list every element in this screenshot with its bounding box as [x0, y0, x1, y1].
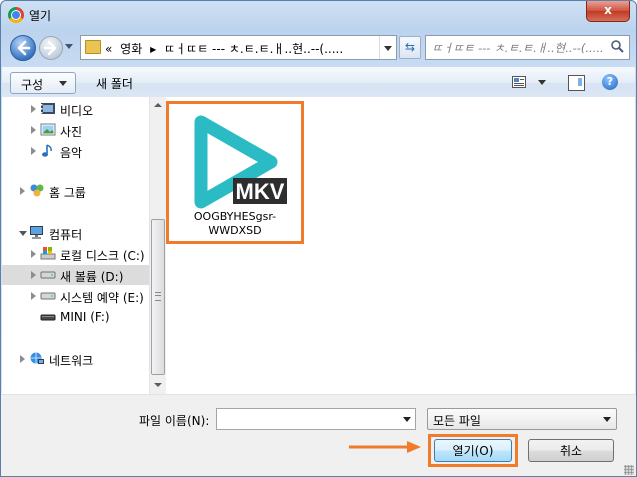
recent-locations-dropdown[interactable]	[65, 44, 73, 49]
breadcrumb: « 영화 ▶ ㄸㅓㄸㅌ --- ㅊ.ㅌ.ㅌ.ㅐ..현..--(.....	[105, 40, 347, 57]
navigation-pane: 비디오 사진 음악 홈 그룹 컴퓨터 로컬 디스크 (C:) 새 볼륨 (D:)…	[2, 97, 149, 394]
breadcrumb-overflow[interactable]: «	[105, 42, 112, 56]
grip-icon	[155, 292, 161, 301]
address-bar[interactable]: « 영화 ▶ ㄸㅓㄸㅌ --- ㅊ.ㅌ.ㅌ.ㅐ..현..--(.....	[80, 35, 397, 60]
expand-arrow-icon[interactable]	[31, 126, 36, 134]
file-type-filter[interactable]: 모든 파일	[427, 408, 617, 430]
tree-item-label: 새 볼륨 (D:)	[60, 270, 124, 284]
search-input[interactable]: ㄸㅓㄸㅌ --- ㅊ.ㅌ.ㅌ.ㅐ..현..--(.....	[432, 40, 604, 56]
expand-arrow-icon[interactable]	[20, 355, 25, 363]
forward-button[interactable]	[39, 36, 63, 60]
new-folder-button[interactable]: 새 폴더	[96, 75, 133, 92]
back-arrow-icon	[17, 40, 31, 56]
expand-arrow-icon[interactable]	[31, 292, 36, 300]
scroll-up-icon[interactable]	[154, 103, 162, 107]
network-icon	[30, 352, 44, 364]
tree-item-homegroup[interactable]: 홈 그룹	[2, 181, 149, 201]
video-library-icon	[41, 103, 55, 114]
breadcrumb-item-current[interactable]: ㄸㅓㄸㅌ --- ㅊ.ㅌ.ㅌ.ㅐ..현..--(.....	[164, 42, 343, 56]
photos-library-icon	[40, 123, 56, 136]
close-button[interactable]: x	[586, 1, 630, 22]
chrome-icon	[8, 7, 24, 23]
forward-arrow-icon	[43, 40, 57, 56]
music-note-icon	[42, 144, 52, 157]
system-drive-icon	[40, 247, 56, 260]
refresh-icon: ⇆	[404, 40, 416, 54]
expand-arrow-icon[interactable]	[31, 250, 36, 258]
drive-icon	[40, 292, 56, 300]
tree-item-mini-f[interactable]: MINI (F:)	[2, 307, 149, 327]
filename-field[interactable]	[216, 408, 416, 430]
back-button[interactable]	[10, 35, 36, 61]
tree-item-label: 시스템 예약 (E:)	[60, 291, 144, 305]
dialog-footer: 파일 이름(N): 모든 파일 열기(O) 취소	[1, 394, 636, 476]
file-name-line: WWDXSD	[208, 224, 262, 237]
tree-item-video[interactable]: 비디오	[2, 99, 149, 119]
help-icon[interactable]: ?	[602, 74, 618, 90]
navigation-pane-scrollbar[interactable]	[149, 97, 166, 394]
expand-arrow-icon[interactable]	[31, 271, 36, 279]
open-file-dialog: 열기 x « 영화 ▶ ㄸㅓㄸㅌ --- ㅊ.ㅌ.ㅌ.ㅐ..현..--(....…	[0, 0, 637, 477]
mkv-video-icon: MKV	[194, 115, 287, 209]
change-view-icon[interactable]	[512, 76, 526, 88]
file-name-line: OOGBYHESgsr-	[193, 210, 277, 223]
tree-item-label: 홈 그룹	[49, 186, 86, 200]
tree-item-label: 로컬 디스크 (C:)	[60, 249, 145, 263]
tree-item-network[interactable]: 네트워크	[2, 349, 149, 369]
removable-drive-icon	[40, 314, 56, 321]
file-name: OOGBYHESgsr- WWDXSD	[169, 210, 301, 238]
search-icon[interactable]	[610, 39, 625, 54]
tree-item-label: 비디오	[60, 104, 94, 118]
tree-item-label: 사진	[60, 125, 83, 139]
tree-item-label: 음악	[60, 146, 83, 160]
tree-item-system-reserved-e[interactable]: 시스템 예약 (E:)	[2, 286, 149, 306]
title-bar: 열기 x	[1, 1, 636, 29]
drive-icon	[40, 271, 56, 279]
resize-grip-icon[interactable]	[624, 465, 634, 475]
organize-label: 구성	[21, 78, 44, 92]
tree-item-label: MINI (F:)	[60, 310, 110, 324]
tree-item-new-volume-d[interactable]: 새 볼륨 (D:)	[2, 265, 149, 285]
folder-icon	[85, 40, 101, 54]
expand-arrow-icon[interactable]	[31, 147, 36, 155]
refresh-button[interactable]: ⇆	[399, 36, 421, 59]
breadcrumb-separator-icon[interactable]: ▶	[150, 45, 156, 54]
tree-item-local-disk-c[interactable]: 로컬 디스크 (C:)	[2, 244, 149, 264]
expand-arrow-icon[interactable]	[20, 187, 25, 195]
navigation-bar: « 영화 ▶ ㄸㅓㄸㅌ --- ㅊ.ㅌ.ㅌ.ㅐ..현..--(..... ⇆ ㄸ…	[1, 33, 636, 63]
tree-item-computer[interactable]: 컴퓨터	[2, 223, 149, 243]
tree-item-label: 네트워크	[49, 354, 94, 368]
chevron-down-icon	[603, 417, 611, 422]
organize-button[interactable]: 구성	[10, 72, 76, 94]
computer-icon	[30, 226, 43, 239]
tree-item-photos[interactable]: 사진	[2, 120, 149, 140]
tree-item-music[interactable]: 음악	[2, 141, 149, 161]
collapse-arrow-icon[interactable]	[19, 231, 27, 236]
mkv-badge: MKV	[236, 179, 285, 204]
chevron-down-icon	[59, 81, 67, 86]
cancel-button[interactable]: 취소	[528, 439, 614, 462]
expand-arrow-icon[interactable]	[31, 105, 36, 113]
homegroup-icon	[30, 184, 44, 197]
search-box[interactable]: ㄸㅓㄸㅌ --- ㅊ.ㅌ.ㅌ.ㅐ..현..--(.....	[425, 35, 630, 60]
view-options-dropdown[interactable]	[538, 80, 546, 85]
command-bar: 구성 새 폴더 ?	[2, 67, 635, 99]
preview-pane-icon[interactable]	[568, 75, 585, 91]
breadcrumb-item-movies[interactable]: 영화	[120, 42, 142, 56]
open-button[interactable]: 열기(O)	[434, 439, 512, 462]
highlight-arrow-icon	[349, 441, 421, 453]
tree-item-label: 컴퓨터	[49, 228, 83, 242]
filename-label: 파일 이름(N):	[139, 414, 210, 428]
scrollbar-thumb[interactable]	[151, 219, 165, 375]
file-item-mkv[interactable]: MKV OOGBYHESgsr- WWDXSD	[166, 101, 304, 244]
window-title: 열기	[29, 9, 52, 23]
scroll-down-icon[interactable]	[154, 383, 162, 387]
address-dropdown-button[interactable]	[379, 36, 396, 59]
chevron-down-icon[interactable]	[403, 417, 411, 422]
file-type-filter-label: 모든 파일	[433, 414, 481, 428]
file-list: MKV OOGBYHESgsr- WWDXSD	[166, 97, 635, 394]
